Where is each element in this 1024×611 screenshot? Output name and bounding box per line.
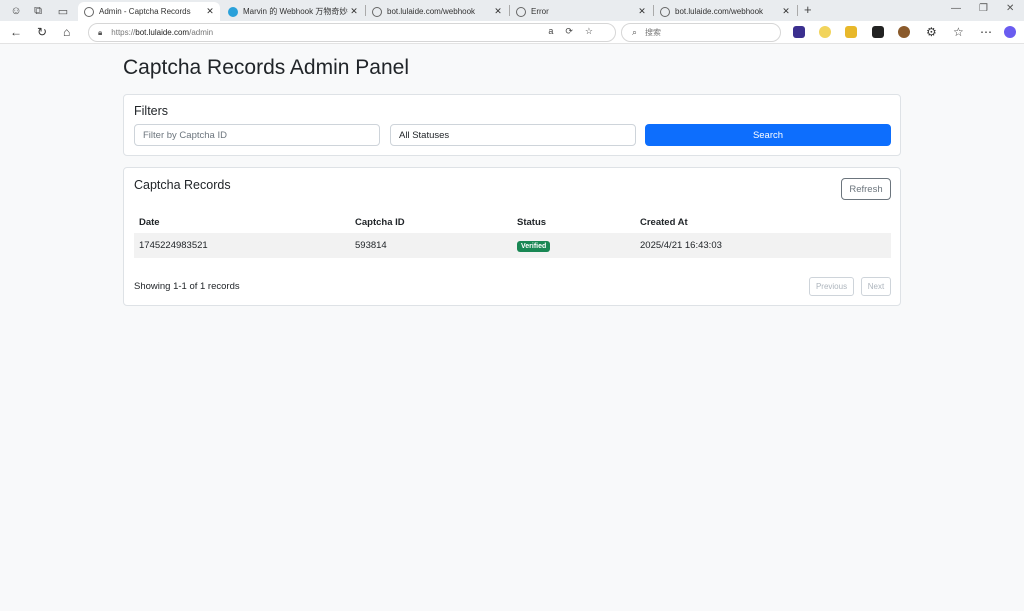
table-header-row: Date Captcha ID Status Created At (134, 211, 891, 233)
new-tab-icon[interactable]: + (804, 2, 812, 17)
address-bar[interactable]: 🔒︎ https:// bot.lulaide.com /admin a⟳☆ (88, 23, 616, 42)
records-table: Date Captcha ID Status Created At 174522… (134, 211, 891, 258)
tab-admin[interactable]: Admin - Captcha Records ✕ (78, 2, 220, 21)
page-title: Captcha Records Admin Panel (123, 56, 409, 79)
tab-actions-icon[interactable]: ▭ (55, 3, 71, 19)
profile-icon[interactable]: ☺ (8, 3, 24, 19)
workspaces-icon[interactable]: ⧉ (30, 3, 46, 19)
address-bar-actions[interactable]: a⟳☆ (548, 26, 605, 37)
page-content: Captcha Records Admin Panel Filters Filt… (0, 44, 1024, 611)
tab-marvin[interactable]: Marvin 的 Webhook 万物奇妙指南 ✕ (222, 2, 364, 21)
records-heading: Captcha Records (134, 178, 231, 192)
tab-title: bot.lulaide.com/webhook (675, 7, 764, 16)
tab-error[interactable]: Error ✕ (510, 2, 652, 21)
extensions-icon[interactable]: ⚙ (926, 25, 937, 39)
extension-icon[interactable] (872, 26, 884, 38)
globe-icon (372, 6, 382, 17)
copilot-icon[interactable] (1004, 26, 1016, 38)
close-icon[interactable]: ✕ (636, 6, 648, 17)
column-header-status: Status (517, 216, 547, 228)
url-protocol: https:// (111, 28, 136, 37)
tab-webhook-2[interactable]: bot.lulaide.com/webhook ✕ (654, 2, 796, 21)
favorite-star-icon[interactable]: ☆ (585, 26, 605, 36)
tab-title: Error (531, 7, 549, 16)
extension-icon[interactable] (845, 26, 857, 38)
extension-icon[interactable] (793, 26, 805, 38)
browser-toolbar: ← ↻ ⌂ 🔒︎ https:// bot.lulaide.com /admin… (0, 21, 1024, 44)
refresh-page-icon[interactable]: ⟳ (565, 26, 585, 36)
column-header-created-at: Created At (640, 216, 688, 228)
extension-icon[interactable] (819, 26, 831, 38)
column-header-captcha-id: Captcha ID (355, 216, 405, 228)
records-card: Captcha Records Refresh Date Captcha ID … (123, 167, 901, 306)
cell-status: Verified (512, 233, 635, 258)
close-icon[interactable]: ✕ (780, 6, 792, 17)
url-host: bot.lulaide.com (135, 28, 190, 37)
cell-captcha-id: 593814 (350, 233, 512, 258)
tab-title: Marvin 的 Webhook 万物奇妙指南 (243, 7, 348, 16)
filters-card: Filters Filter by Captcha ID All Statuse… (123, 94, 901, 156)
read-aloud-icon[interactable]: a (548, 26, 565, 36)
favorites-icon[interactable]: ☆ (953, 25, 964, 39)
status-badge: Verified (517, 240, 551, 252)
tab-webhook[interactable]: bot.lulaide.com/webhook ✕ (366, 2, 508, 21)
records-summary: Showing 1-1 of 1 records (134, 281, 240, 292)
next-button[interactable]: Next (861, 277, 891, 296)
filters-heading: Filters (134, 104, 169, 118)
close-icon[interactable]: ✕ (492, 6, 504, 17)
search-placeholder: 搜索 (645, 28, 662, 37)
browser-tab-bar: ☺ ⧉ ▭ Admin - Captcha Records ✕ Marvin 的… (0, 0, 1024, 21)
search-button[interactable]: Search (645, 124, 891, 146)
lock-icon[interactable]: 🔒︎ (98, 28, 102, 38)
cell-date: 1745224983521 (134, 233, 350, 258)
tab-title: Admin - Captcha Records (99, 7, 191, 16)
globe-icon (516, 6, 526, 17)
search-icon: ⌕ (632, 27, 638, 37)
back-icon[interactable]: ← (10, 25, 22, 39)
home-icon[interactable]: ⌂ (63, 25, 70, 39)
globe-icon (660, 6, 670, 17)
captcha-id-filter-input[interactable]: Filter by Captcha ID (134, 124, 380, 146)
close-icon[interactable]: ✕ (204, 6, 216, 17)
cell-created-at: 2025/4/21 16:43:03 (635, 233, 891, 258)
more-icon[interactable]: ⋯ (980, 25, 992, 39)
status-select[interactable]: All Statuses (390, 124, 636, 146)
table-row[interactable]: 1745224983521 593814 Verified 2025/4/21 … (134, 233, 891, 258)
column-header-date: Date (139, 216, 160, 228)
url-path: /admin (189, 28, 214, 37)
tab-separator (797, 5, 798, 16)
close-window-icon[interactable]: ✕ (1006, 3, 1014, 14)
minimize-icon[interactable]: — (951, 3, 961, 14)
globe-icon (84, 6, 94, 17)
tab-title: bot.lulaide.com/webhook (387, 7, 476, 16)
extension-icon[interactable] (898, 26, 910, 38)
search-box[interactable]: ⌕ 搜索 (621, 23, 781, 42)
restore-icon[interactable]: ❐ (979, 3, 988, 14)
previous-button[interactable]: Previous (809, 277, 854, 296)
telegram-icon (228, 6, 238, 17)
refresh-button[interactable]: Refresh (841, 178, 891, 200)
reload-icon[interactable]: ↻ (37, 25, 47, 39)
close-icon[interactable]: ✕ (348, 6, 360, 17)
